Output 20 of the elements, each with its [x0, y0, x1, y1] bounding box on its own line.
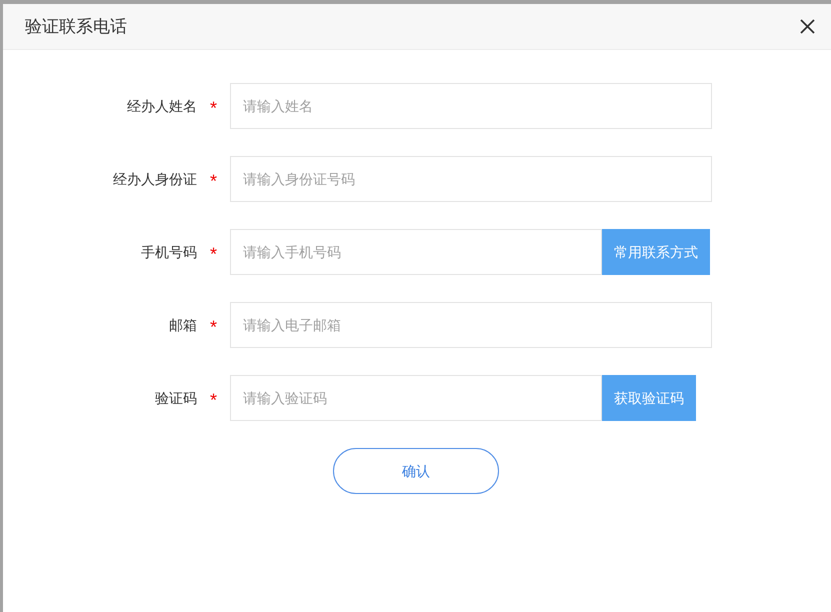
required-mark: * [210, 244, 217, 264]
input-field[interactable]: 请输入电子邮箱 [230, 302, 712, 348]
action-button[interactable]: 常用联系方式 [602, 229, 710, 275]
input-field[interactable]: 请输入验证码 [230, 375, 602, 421]
field-label: 邮箱 [168, 316, 197, 334]
required-mark: * [210, 98, 217, 118]
required-mark: * [210, 170, 217, 190]
input-field[interactable]: 请输入身份证号码 [230, 156, 712, 202]
field-label: 验证码 [154, 388, 197, 408]
field-label: 经办人身份证 [112, 170, 197, 188]
required-mark: * [210, 390, 217, 410]
field-label: 手机号码 [140, 242, 197, 262]
confirm-button[interactable]: 确认 [333, 448, 499, 494]
required-mark: * [210, 316, 217, 336]
dialog-title: 验证联系电话 [25, 16, 127, 38]
input-field[interactable]: 请输入手机号码 [230, 229, 602, 275]
action-button[interactable]: 获取验证码 [602, 375, 696, 421]
field-label: 经办人姓名 [126, 96, 197, 116]
input-field[interactable]: 请输入姓名 [230, 83, 712, 129]
close-icon[interactable] [798, 17, 817, 36]
